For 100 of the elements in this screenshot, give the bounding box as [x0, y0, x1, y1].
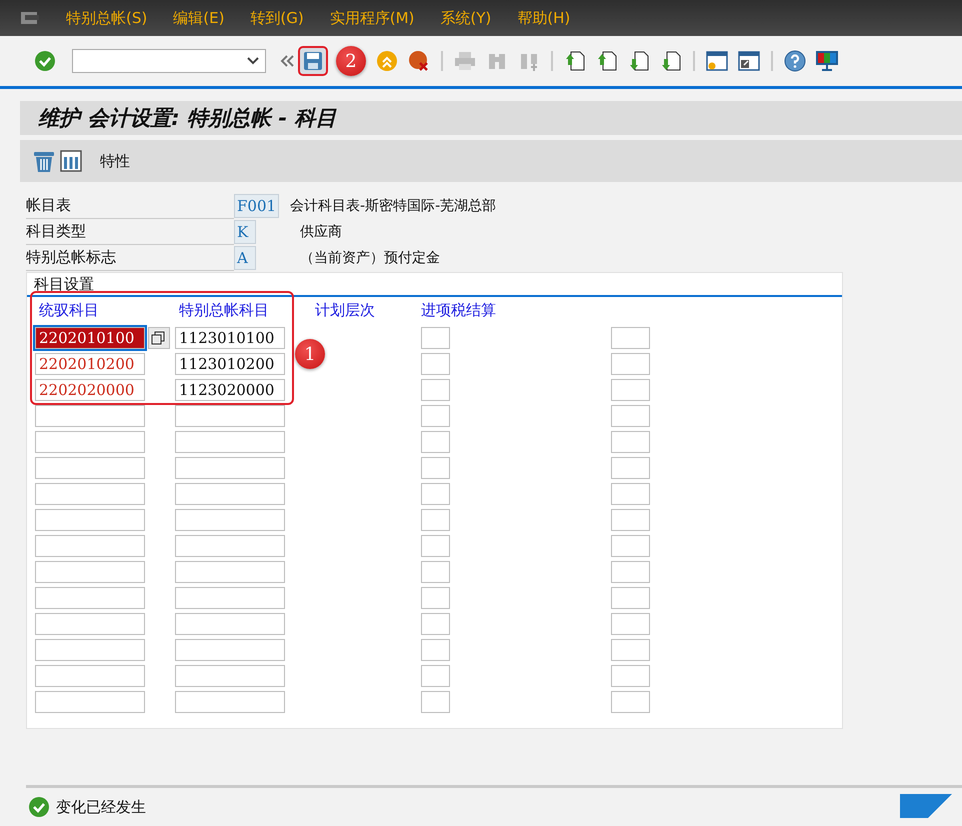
status-message: 变化已经发生	[56, 798, 146, 816]
copy-icon[interactable]	[148, 327, 170, 349]
special-gl-account-field[interactable]: 1123020000	[175, 379, 285, 401]
planning-level-field[interactable]	[421, 535, 450, 557]
column-header: 进项税结算	[421, 301, 497, 321]
menu-item[interactable]: 编辑(E)	[173, 8, 224, 28]
special-gl-account-field[interactable]	[175, 535, 285, 557]
reconciliation-account-field[interactable]	[35, 691, 145, 713]
command-field[interactable]	[72, 49, 266, 73]
input-tax-field[interactable]	[611, 561, 650, 583]
input-tax-field[interactable]	[611, 535, 650, 557]
planning-level-field[interactable]	[421, 561, 450, 583]
reconciliation-account-field[interactable]	[35, 613, 145, 635]
input-tax-field[interactable]	[611, 457, 650, 479]
reconciliation-account-field[interactable]: 2202010200	[35, 353, 145, 375]
properties-button[interactable]: 特性	[100, 152, 130, 170]
input-tax-field[interactable]	[611, 665, 650, 687]
step-marker: 2	[336, 46, 366, 76]
input-tax-field[interactable]	[611, 639, 650, 661]
reconciliation-account-field[interactable]: 2202010100	[35, 327, 145, 349]
reconciliation-account-field[interactable]: 2202020000	[35, 379, 145, 401]
checkmark-icon	[34, 50, 56, 72]
binoculars-icon	[487, 51, 507, 71]
special-gl-account-field[interactable]	[175, 639, 285, 661]
planning-level-field[interactable]	[421, 405, 450, 427]
reconciliation-account-field[interactable]	[35, 535, 145, 557]
help-button[interactable]	[782, 48, 808, 74]
field-label: 帐目表	[26, 193, 234, 219]
collapse-icon[interactable]	[280, 55, 294, 67]
planning-level-field[interactable]	[421, 587, 450, 609]
back-button[interactable]	[374, 48, 400, 74]
input-tax-field[interactable]	[611, 327, 650, 349]
input-tax-field[interactable]	[611, 483, 650, 505]
planning-level-field[interactable]	[421, 353, 450, 375]
planning-level-field[interactable]	[421, 327, 450, 349]
special-gl-account-field[interactable]	[175, 457, 285, 479]
field-label: 特别总帐标志	[26, 245, 234, 271]
special-gl-account-field[interactable]	[175, 691, 285, 713]
field-description: （当前资产）预付定金	[300, 249, 440, 267]
field-value[interactable]: F001	[234, 194, 280, 218]
save-button[interactable]	[300, 48, 326, 74]
input-tax-field[interactable]	[611, 405, 650, 427]
special-gl-account-field[interactable]	[175, 665, 285, 687]
screen-title: 维护 会计设置: 特别总帐 - 科目	[38, 105, 336, 132]
special-gl-account-field[interactable]	[175, 483, 285, 505]
field-value[interactable]: K	[234, 220, 256, 244]
column-header: 统驭科目	[38, 301, 100, 321]
logo-icon	[900, 794, 952, 818]
special-gl-account-field[interactable]: 1123010200	[175, 353, 285, 375]
planning-level-field[interactable]	[421, 379, 450, 401]
special-gl-account-field[interactable]	[175, 561, 285, 583]
reconciliation-account-field[interactable]	[35, 509, 145, 531]
checkmark-icon	[28, 796, 50, 818]
planning-level-field[interactable]	[421, 457, 450, 479]
special-gl-account-field[interactable]	[175, 431, 285, 453]
planning-level-field[interactable]	[421, 509, 450, 531]
reconciliation-account-field[interactable]	[35, 483, 145, 505]
layout-button[interactable]	[814, 48, 840, 74]
special-gl-account-field[interactable]: 1123010100	[175, 327, 285, 349]
reconciliation-account-field[interactable]	[35, 561, 145, 583]
menu-icon[interactable]	[20, 10, 40, 26]
reconciliation-account-field[interactable]	[35, 457, 145, 479]
step-marker: 1	[295, 339, 325, 369]
field-description: 供应商	[300, 223, 342, 241]
field-label: 科目类型	[26, 219, 234, 245]
special-gl-account-field[interactable]	[175, 613, 285, 635]
binoculars-plus-icon	[519, 51, 539, 71]
special-gl-account-field[interactable]	[175, 587, 285, 609]
special-gl-account-field[interactable]	[175, 405, 285, 427]
field-value[interactable]: A	[234, 246, 256, 270]
column-header: 特别总帐科目	[178, 301, 270, 321]
menu-item[interactable]: 特别总帐(S)	[66, 8, 148, 28]
reconciliation-account-field[interactable]	[35, 639, 145, 661]
planning-level-field[interactable]	[421, 665, 450, 687]
reconciliation-account-field[interactable]	[35, 587, 145, 609]
planning-level-field[interactable]	[421, 613, 450, 635]
planning-level-field[interactable]	[421, 483, 450, 505]
dropdown-icon	[247, 57, 259, 65]
planning-level-field[interactable]	[421, 431, 450, 453]
planning-level-field[interactable]	[421, 639, 450, 661]
reconciliation-account-field[interactable]	[35, 431, 145, 453]
input-tax-field[interactable]	[611, 691, 650, 713]
columns-icon[interactable]	[60, 150, 82, 172]
input-tax-field[interactable]	[611, 509, 650, 531]
input-tax-field[interactable]	[611, 587, 650, 609]
menu-item[interactable]: 实用程序(M)	[330, 8, 414, 28]
reconciliation-account-field[interactable]	[35, 665, 145, 687]
reconciliation-account-field[interactable]	[35, 405, 145, 427]
input-tax-field[interactable]	[611, 353, 650, 375]
input-tax-field[interactable]	[611, 431, 650, 453]
special-gl-account-field[interactable]	[175, 509, 285, 531]
planning-level-field[interactable]	[421, 691, 450, 713]
input-tax-field[interactable]	[611, 613, 650, 635]
input-tax-field[interactable]	[611, 379, 650, 401]
menu-item[interactable]: 帮助(H)	[517, 8, 570, 28]
menu-item[interactable]: 转到(G)	[250, 8, 304, 28]
menu-item[interactable]: 系统(Y)	[440, 8, 492, 28]
enter-button[interactable]	[32, 48, 58, 74]
field-description: 会计科目表-斯密特国际-芜湖总部	[290, 197, 496, 215]
trash-icon[interactable]	[32, 149, 56, 173]
